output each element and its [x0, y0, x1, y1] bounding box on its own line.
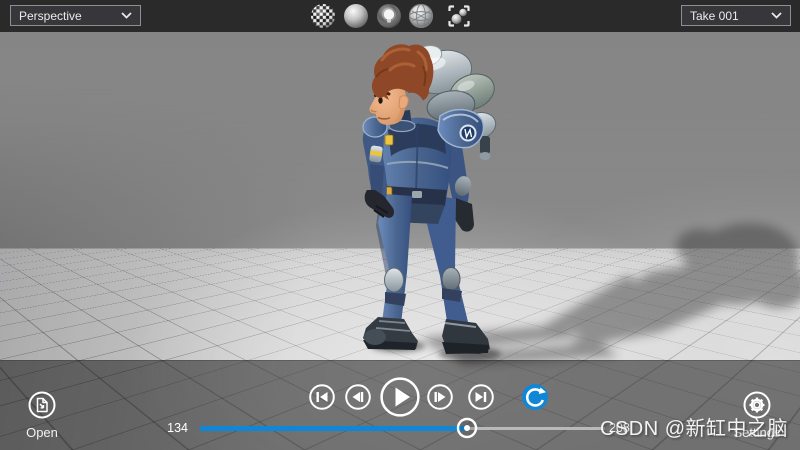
play-button[interactable]: [380, 377, 420, 417]
timeline-scrubber[interactable]: [456, 417, 478, 439]
texture-sphere-icon[interactable]: [310, 3, 336, 29]
camera-view-dropdown[interactable]: Perspective: [10, 5, 141, 26]
frame-objects-icon[interactable]: [446, 3, 472, 29]
camera-view-value: Perspective: [19, 8, 82, 23]
wireframe-sphere-icon[interactable]: [408, 3, 434, 29]
open-button-label: Open: [26, 425, 58, 440]
fbx-review-window: Perspective Take 001 Open 134 208 Settin…: [0, 0, 800, 450]
lighting-bulb-sphere-icon[interactable]: [376, 3, 402, 29]
step-back-button[interactable]: [345, 384, 371, 410]
loop-toggle-button[interactable]: [521, 383, 549, 411]
take-value: Take 001: [690, 8, 739, 23]
go-to-start-button[interactable]: [309, 384, 335, 410]
character-model: [362, 44, 497, 354]
chevron-down-icon: [771, 12, 782, 19]
go-to-end-button[interactable]: [468, 384, 494, 410]
viewport-3d[interactable]: Open 134 208 Settings CSDN @新缸中之脑: [0, 32, 800, 450]
document-icon: [36, 397, 48, 413]
chevron-down-icon: [121, 12, 132, 19]
current-frame: 134: [167, 421, 188, 435]
csdn-watermark: CSDN @新缸中之脑: [600, 418, 789, 440]
take-dropdown[interactable]: Take 001: [681, 5, 791, 26]
timeline-fill: [200, 426, 468, 431]
step-forward-button[interactable]: [427, 384, 453, 410]
shaded-sphere-icon[interactable]: [343, 3, 369, 29]
play-icon: [395, 387, 410, 407]
gear-icon: [749, 397, 765, 413]
open-file-button[interactable]: [24, 387, 60, 423]
top-toolbar: Perspective Take 001: [0, 0, 800, 32]
